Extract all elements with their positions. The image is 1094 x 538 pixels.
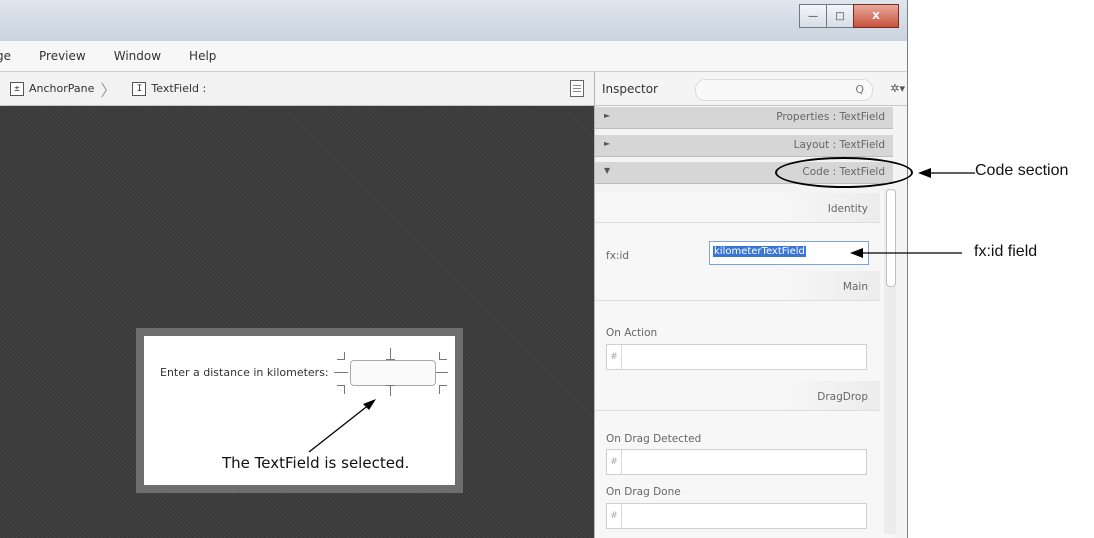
fxid-field-callout: fx:id field xyxy=(974,243,1038,260)
callout-arrows xyxy=(850,168,975,258)
code-section-callout: Code section xyxy=(975,162,1069,179)
